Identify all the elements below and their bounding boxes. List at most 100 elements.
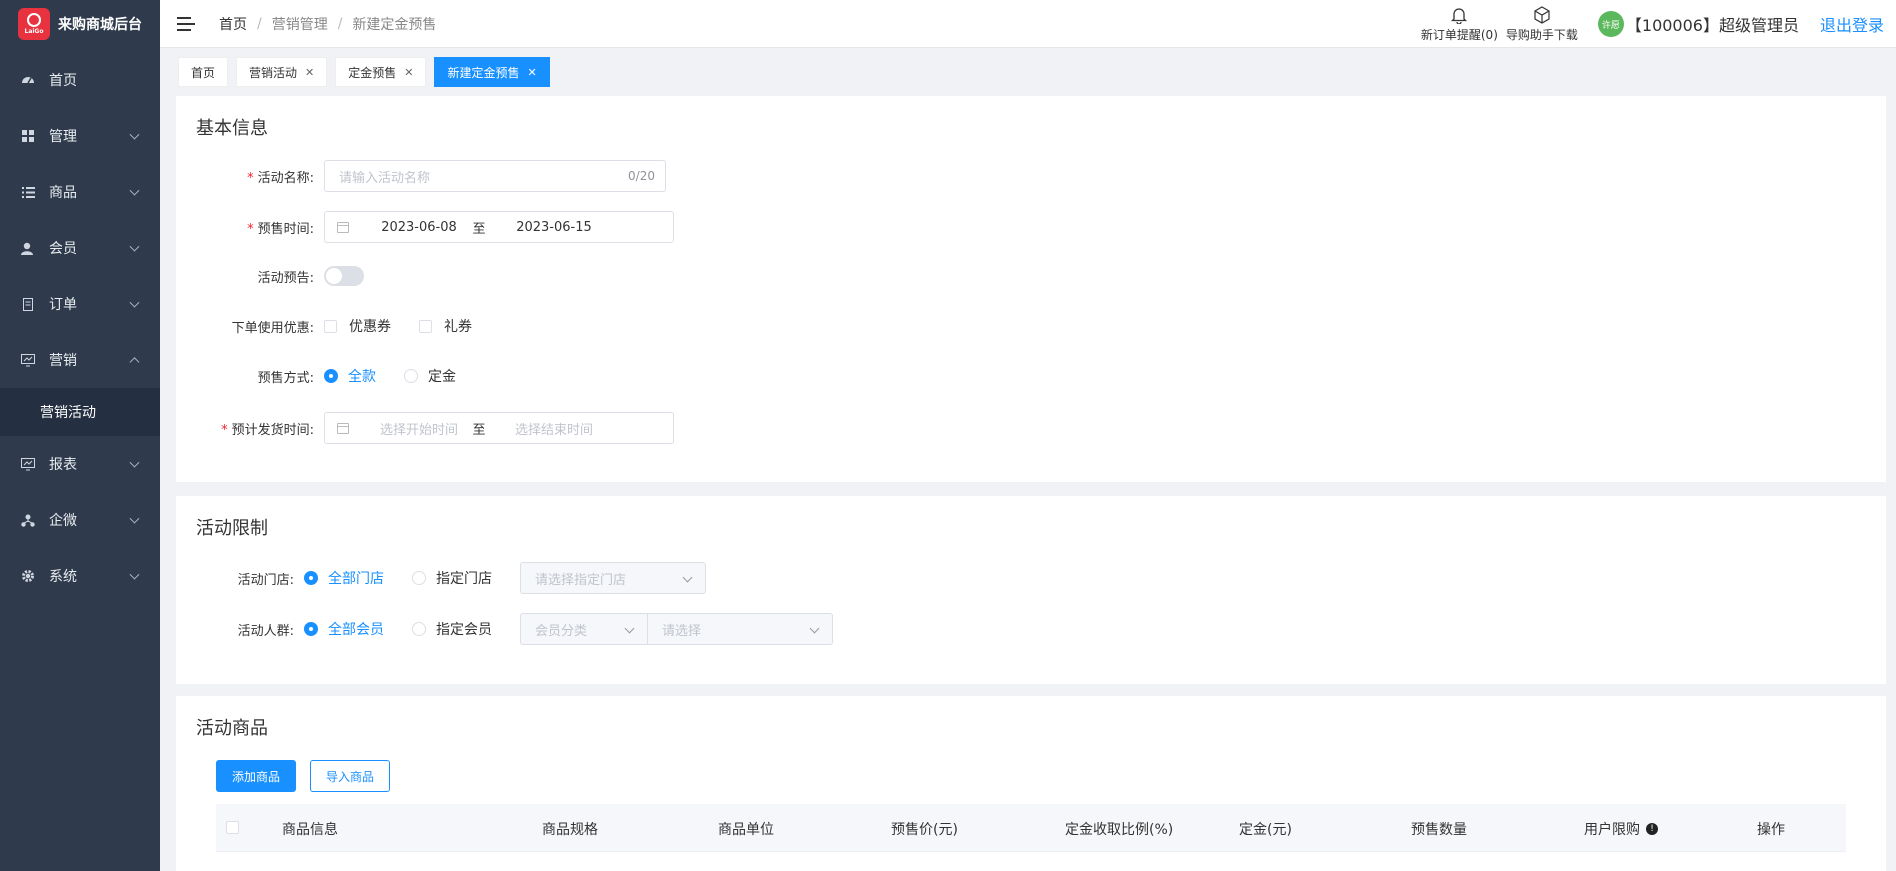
chevron-down-icon bbox=[129, 129, 140, 140]
ship-date-range[interactable]: 选择开始时间 至 选择结束时间 bbox=[324, 412, 674, 444]
sidebar-item-label: 管理 bbox=[49, 129, 77, 145]
add-goods-button[interactable]: 添加商品 bbox=[216, 760, 296, 792]
column-header: 定金(元) bbox=[1239, 822, 1292, 838]
activity-goods-card: 活动商品 添加商品 导入商品 商品信息 商品规格 商品单位 预售价(元) 定金收… bbox=[176, 696, 1886, 871]
close-icon[interactable]: ✕ bbox=[528, 66, 537, 79]
checkbox-label: 礼券 bbox=[444, 319, 472, 335]
close-icon[interactable]: ✕ bbox=[305, 66, 314, 79]
tab-label: 定金预售 bbox=[348, 65, 397, 80]
required-mark: * bbox=[247, 221, 254, 237]
sidebar-item-manage[interactable]: 管理 bbox=[0, 108, 160, 164]
tab-deposit-presale[interactable]: 定金预售 ✕ bbox=[335, 57, 427, 87]
presale-end-date[interactable]: 2023-06-15 bbox=[489, 220, 619, 235]
required-mark: * bbox=[247, 170, 254, 186]
presale-date-range[interactable]: 2023-06-08 至 2023-06-15 bbox=[324, 211, 674, 243]
member-select[interactable]: 请选择 bbox=[648, 613, 833, 645]
chevron-down-icon bbox=[129, 185, 140, 196]
presale-start-date[interactable]: 2023-06-08 bbox=[369, 220, 469, 235]
row-presale-time: * 预售时间: 2023-06-08 至 2023-06-15 bbox=[176, 211, 674, 243]
ship-end-date[interactable]: 选择结束时间 bbox=[489, 419, 619, 438]
sidebar-item-label: 订单 bbox=[49, 297, 77, 313]
radio-dot bbox=[404, 369, 418, 383]
activity-name-input[interactable]: 请输入活动名称 0/20 bbox=[324, 160, 666, 192]
activity-preview-switch[interactable] bbox=[324, 266, 364, 286]
monitor-icon bbox=[20, 352, 36, 368]
store-specific-radio[interactable]: 指定门店 bbox=[412, 568, 492, 588]
column-header: 定金收取比例(%) bbox=[1065, 822, 1174, 838]
close-icon[interactable]: ✕ bbox=[404, 66, 413, 79]
order-alert-button[interactable]: 新订单提醒(0) bbox=[1421, 6, 1498, 43]
breadcrumb-item[interactable]: 首页 bbox=[219, 14, 247, 34]
field-label: 活动预告: bbox=[257, 270, 314, 286]
radio-label: 定金 bbox=[428, 369, 456, 385]
chevron-down-icon bbox=[129, 457, 140, 468]
tab-marketing-activity[interactable]: 营销活动 ✕ bbox=[236, 57, 328, 87]
field-label: 活动人群: bbox=[237, 623, 294, 639]
radio-dot bbox=[412, 571, 426, 585]
section-title: 基本信息 bbox=[196, 118, 268, 139]
list-icon bbox=[20, 184, 36, 200]
tab-label: 新建定金预售 bbox=[447, 65, 520, 80]
field-label: 预计发货时间: bbox=[231, 422, 314, 438]
sidebar-item-reports[interactable]: 报表 bbox=[0, 436, 160, 492]
chevron-down-icon bbox=[129, 569, 140, 580]
field-label: 活动名称: bbox=[257, 170, 314, 186]
sidebar-item-orders[interactable]: 订单 bbox=[0, 276, 160, 332]
row-ship-time: * 预计发货时间: 选择开始时间 至 选择结束时间 bbox=[176, 412, 674, 444]
chevron-down-icon bbox=[129, 297, 140, 308]
mode-deposit-radio[interactable]: 定金 bbox=[404, 366, 456, 386]
coupon-checkbox[interactable]: 优惠券 bbox=[324, 316, 391, 336]
info-icon[interactable]: ! bbox=[1646, 823, 1658, 835]
radio-label: 全款 bbox=[348, 369, 376, 385]
chevron-up-icon bbox=[129, 357, 140, 368]
crowd-all-radio[interactable]: 全部会员 bbox=[304, 619, 384, 639]
menu-toggle-icon[interactable] bbox=[177, 16, 195, 31]
sidebar-item-label: 会员 bbox=[49, 241, 77, 257]
order-alert-label: 新订单提醒(0) bbox=[1420, 27, 1498, 42]
brand-logo-icon: LaiGo bbox=[18, 8, 50, 40]
column-header-limit: 用户限购! bbox=[1584, 819, 1658, 839]
brand[interactable]: LaiGo 来购商城后台 bbox=[0, 0, 160, 48]
gear-icon bbox=[20, 568, 36, 584]
user-menu[interactable]: 许愿 【100006】超级管理员 bbox=[1597, 11, 1799, 37]
activity-limits-card: 活动限制 活动门店: 全部门店 指定门店 请选择指定门店 活动人群: 全部会员 … bbox=[176, 496, 1886, 684]
ship-start-date[interactable]: 选择开始时间 bbox=[369, 419, 469, 438]
tab-home[interactable]: 首页 bbox=[178, 57, 229, 87]
store-all-radio[interactable]: 全部门店 bbox=[304, 568, 384, 588]
sidebar-item-marketing[interactable]: 营销 bbox=[0, 332, 160, 388]
section-title: 活动商品 bbox=[196, 718, 268, 739]
select-all-checkbox[interactable] bbox=[226, 821, 239, 834]
sidebar-item-members[interactable]: 会员 bbox=[0, 220, 160, 276]
radio-label: 指定会员 bbox=[436, 622, 492, 638]
breadcrumb-item[interactable]: 营销管理 bbox=[272, 14, 328, 34]
assistant-download-button[interactable]: 导购助手下载 bbox=[1506, 5, 1578, 43]
sidebar-item-label: 首页 bbox=[49, 73, 77, 89]
sidebar-item-home[interactable]: 首页 bbox=[0, 52, 160, 108]
sidebar-item-wecom[interactable]: 企微 bbox=[0, 492, 160, 548]
store-select[interactable]: 请选择指定门店 bbox=[520, 562, 706, 594]
document-icon bbox=[20, 296, 36, 312]
breadcrumb-current: 新建定金预售 bbox=[352, 16, 437, 33]
radio-dot bbox=[304, 571, 318, 585]
sidebar-item-goods[interactable]: 商品 bbox=[0, 164, 160, 220]
column-header: 用户限购 bbox=[1584, 822, 1640, 838]
sidebar-item-label: 企微 bbox=[49, 513, 77, 529]
sidebar-subitem-marketing-activity[interactable]: 营销活动 bbox=[0, 388, 160, 436]
import-goods-button[interactable]: 导入商品 bbox=[310, 760, 390, 792]
sidebar: LaiGo 来购商城后台 首页 管理 商品 会员 订单 营销 营销活动 报表 企… bbox=[0, 0, 160, 871]
mode-full-radio[interactable]: 全款 bbox=[324, 366, 376, 386]
dashboard-icon bbox=[20, 72, 36, 88]
select-placeholder: 请选择指定门店 bbox=[535, 572, 627, 588]
logout-link[interactable]: 退出登录 bbox=[1820, 12, 1884, 36]
org-icon bbox=[20, 512, 36, 528]
package-icon bbox=[1534, 5, 1550, 24]
sidebar-item-system[interactable]: 系统 bbox=[0, 548, 160, 604]
row-activity-crowd: 活动人群: 全部会员 指定会员 会员分类 请选择 bbox=[176, 613, 833, 645]
tab-new-deposit-presale[interactable]: 新建定金预售 ✕ bbox=[434, 57, 550, 87]
gift-checkbox[interactable]: 礼券 bbox=[419, 316, 472, 336]
tab-label: 首页 bbox=[191, 65, 216, 80]
crowd-specific-radio[interactable]: 指定会员 bbox=[412, 619, 492, 639]
member-category-select[interactable]: 会员分类 bbox=[520, 613, 648, 645]
top-header: 首页 / 营销管理 / 新建定金预售 新订单提醒(0) 导购助手下载 许愿 【1… bbox=[160, 0, 1896, 48]
header-actions: 新订单提醒(0) 导购助手下载 许愿 【100006】超级管理员 退出登录 bbox=[1421, 0, 1896, 48]
